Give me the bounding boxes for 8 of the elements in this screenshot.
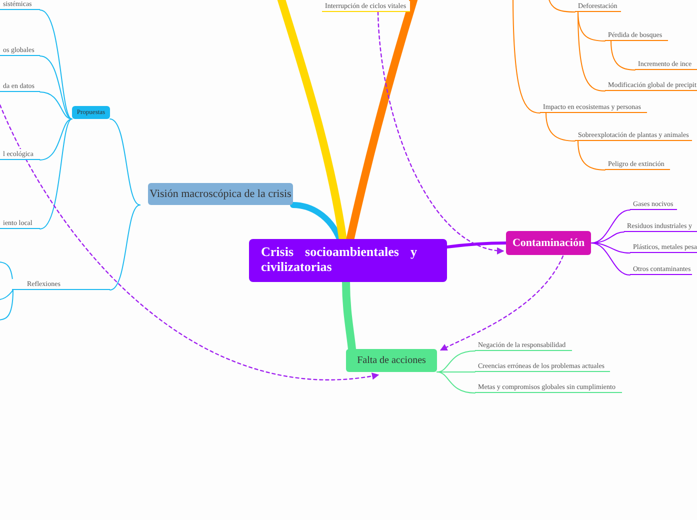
topic-box: Visión macroscópica de la crisis bbox=[148, 183, 293, 205]
central-topic: Crisis socioambientales y civilizatorias bbox=[249, 239, 447, 282]
connector-line bbox=[578, 140, 606, 170]
connector-line bbox=[546, 112, 576, 142]
connector-line bbox=[548, 0, 576, 12]
topic-box: Falta de acciones bbox=[346, 349, 437, 372]
topic-box: Contaminación bbox=[506, 231, 591, 255]
connector-line bbox=[610, 40, 636, 70]
